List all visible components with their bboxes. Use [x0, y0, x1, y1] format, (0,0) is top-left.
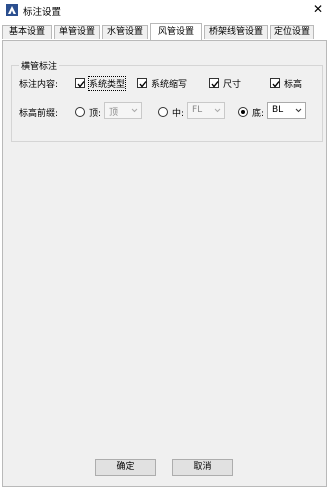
cancel-button[interactable]: 取消	[172, 459, 233, 476]
chevron-down-icon	[295, 108, 302, 113]
radio-selected-dot	[241, 110, 245, 114]
check-icon	[77, 81, 85, 88]
ok-button-label: 确定	[116, 462, 135, 472]
ok-button[interactable]: 确定	[95, 459, 156, 476]
radio-bottom-label[interactable]: 底:	[252, 106, 264, 119]
middle-prefix-select[interactable]: FL	[187, 102, 225, 119]
prefix-label: 标高前缀:	[19, 109, 59, 119]
group-title: 横管标注	[19, 59, 60, 72]
check-icon	[139, 81, 147, 88]
cancel-button-label: 取消	[193, 462, 212, 472]
checkbox-elevation[interactable]	[270, 78, 280, 88]
checkbox-system-abbr-label[interactable]: 系统缩写	[151, 77, 187, 90]
close-button[interactable]: ✕	[311, 2, 325, 16]
checkbox-size-label[interactable]: 尺寸	[223, 77, 241, 90]
tab-label: 单管设置	[58, 27, 95, 37]
horizontal-pipe-annotation-group: 横管标注 标注内容: 系统类型 系统缩写 尺寸 标高 标高前缀: 顶: 顶 中:	[11, 59, 323, 142]
tab-basic-settings[interactable]: 基本设置	[2, 25, 52, 39]
bottom-prefix-value: BL	[272, 105, 284, 115]
tab-positioning-settings[interactable]: 定位设置	[270, 25, 314, 39]
checkbox-system-abbr[interactable]	[137, 78, 147, 88]
chevron-down-icon	[131, 108, 138, 113]
app-logo-icon	[6, 4, 18, 16]
content-label: 标注内容:	[19, 80, 59, 90]
checkbox-elevation-label[interactable]: 标高	[284, 77, 302, 90]
chevron-down-icon	[214, 108, 221, 113]
radio-top-label[interactable]: 顶:	[89, 106, 101, 119]
tab-label: 风管设置	[157, 27, 194, 37]
checkbox-system-type-label[interactable]: 系统类型	[87, 76, 127, 91]
close-icon: ✕	[312, 2, 324, 16]
tab-label: 定位设置	[273, 27, 310, 37]
radio-middle[interactable]	[158, 107, 168, 117]
tab-label: 桥架线管设置	[208, 27, 263, 37]
radio-top[interactable]	[75, 107, 85, 117]
title-bar: 标注设置 ✕	[0, 0, 331, 20]
tab-single-pipe-settings[interactable]: 单管设置	[54, 25, 100, 39]
check-icon	[211, 81, 219, 88]
window-title: 标注设置	[23, 7, 62, 18]
tab-label: 基本设置	[8, 27, 45, 37]
top-prefix-select[interactable]: 顶	[104, 102, 142, 119]
tab-panel: 横管标注 标注内容: 系统类型 系统缩写 尺寸 标高 标高前缀: 顶: 顶 中:	[2, 40, 327, 487]
checkbox-size[interactable]	[209, 78, 219, 88]
tab-strip: 基本设置 单管设置 水管设置 风管设置 桥架线管设置 定位设置	[2, 23, 329, 40]
middle-prefix-value: FL	[192, 105, 203, 115]
radio-bottom[interactable]	[238, 107, 248, 117]
radio-middle-label[interactable]: 中:	[172, 106, 184, 119]
tab-air-duct-settings[interactable]: 风管设置	[150, 23, 202, 40]
bottom-prefix-select[interactable]: BL	[267, 102, 306, 119]
tab-water-pipe-settings[interactable]: 水管设置	[102, 25, 148, 39]
top-prefix-value: 顶	[109, 108, 119, 118]
tab-label: 水管设置	[106, 27, 143, 37]
checkbox-system-type[interactable]	[75, 78, 85, 88]
tab-cable-tray-settings[interactable]: 桥架线管设置	[204, 25, 268, 39]
check-icon	[272, 81, 280, 88]
